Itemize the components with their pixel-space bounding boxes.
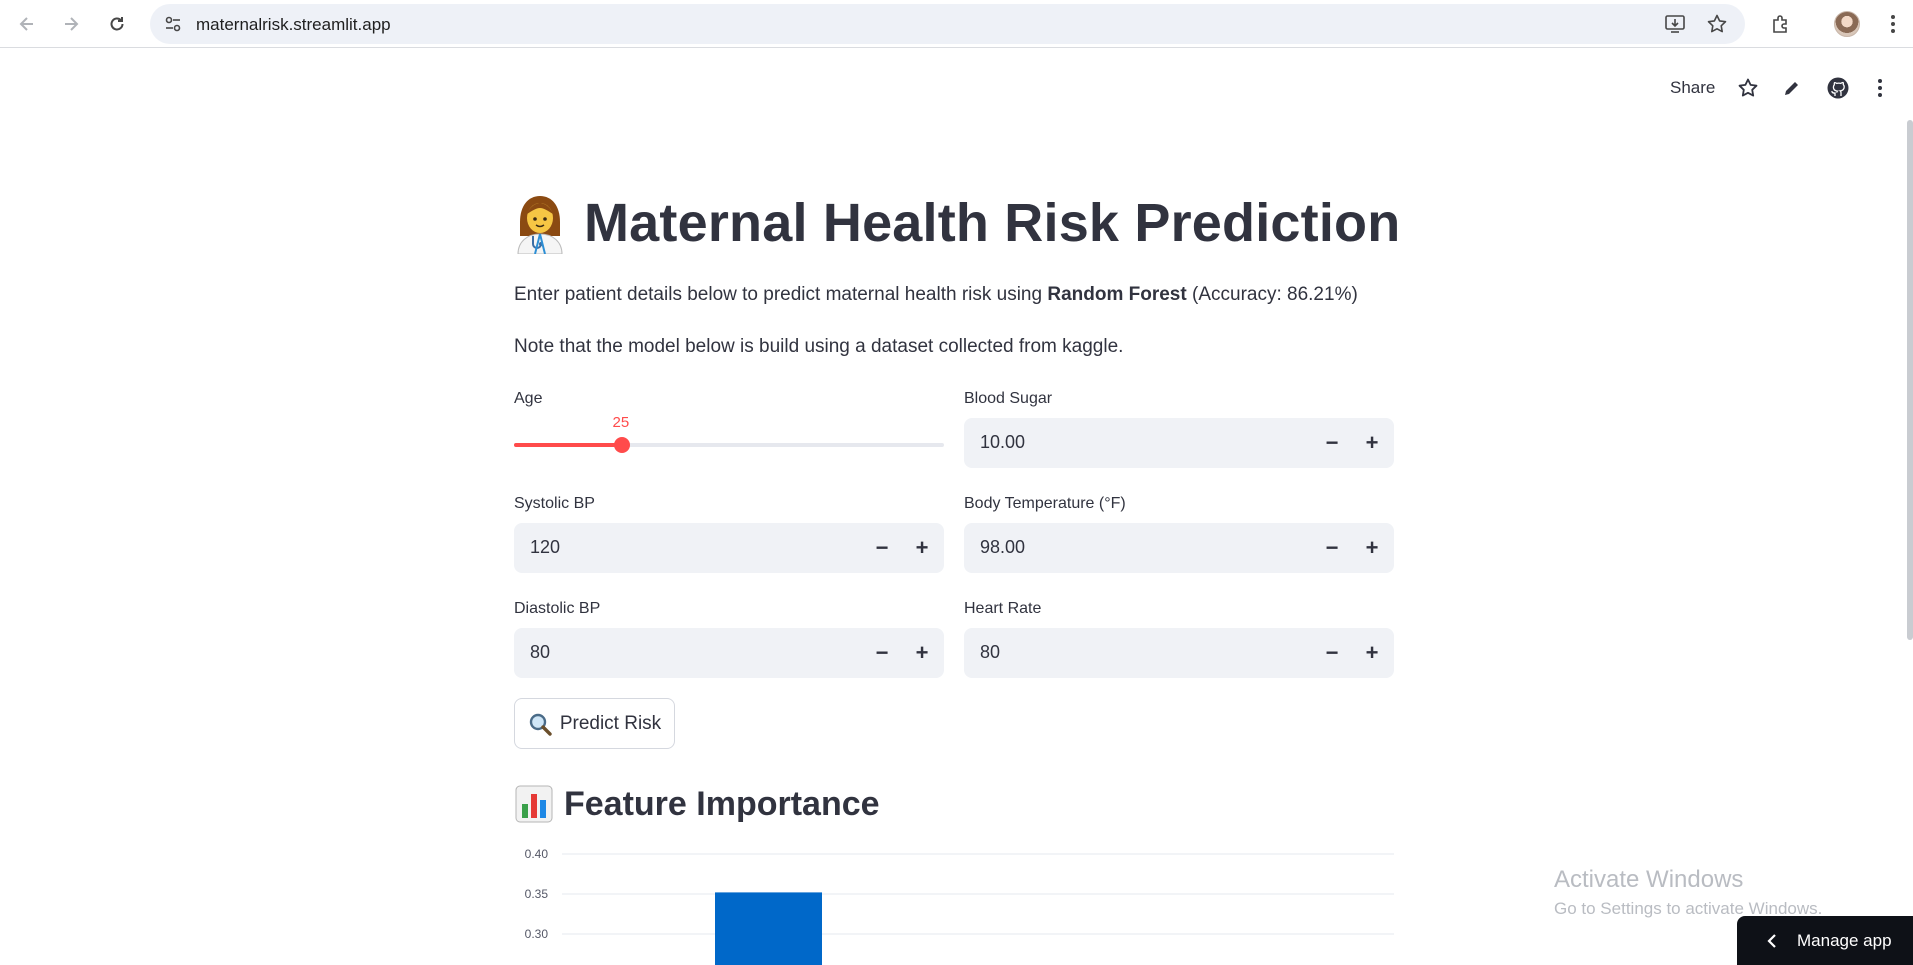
heart-rate-value[interactable]: 80 [980, 642, 1000, 663]
extensions-button[interactable] [1763, 6, 1799, 42]
body-temperature-increment-button[interactable]: + [1352, 523, 1392, 573]
bookmark-star-icon[interactable] [1705, 12, 1729, 36]
age-slider-thumb[interactable] [613, 437, 630, 453]
manage-app-button[interactable]: Manage app [1737, 916, 1913, 965]
blood-sugar-increment-button[interactable]: + [1352, 418, 1392, 468]
body-temperature-decrement-button[interactable]: − [1312, 523, 1352, 573]
body-temperature-input[interactable]: 98.00 − + [964, 523, 1394, 573]
avatar [1834, 11, 1860, 37]
y-tick-label: 0.40 [525, 847, 549, 861]
systolic-bp-input[interactable]: 120 − + [514, 523, 944, 573]
heart-rate-label: Heart Rate [964, 600, 1042, 617]
body-temperature-label: Body Temperature (°F) [964, 495, 1126, 512]
dataset-note: Note that the model below is build using… [514, 336, 1124, 357]
systolic-bp-increment-button[interactable]: + [902, 523, 942, 573]
reload-button[interactable] [99, 6, 135, 42]
age-slider-fill [514, 443, 622, 447]
kebab-menu-icon [1891, 15, 1895, 33]
model-name: Random Forest [1047, 284, 1187, 305]
systolic-bp-decrement-button[interactable]: − [862, 523, 902, 573]
heart-rate-decrement-button[interactable]: − [1312, 628, 1352, 678]
activate-windows-title: Activate Windows [1554, 866, 1744, 893]
diastolic-bp-value[interactable]: 80 [530, 642, 550, 663]
y-tick-label: 0.35 [525, 887, 549, 901]
diastolic-bp-label: Diastolic BP [514, 600, 601, 617]
feature-importance-title: Feature Importance [564, 784, 880, 823]
page-title-text: Maternal Health Risk Prediction [584, 193, 1401, 253]
profile-button[interactable] [1829, 6, 1865, 42]
age-label: Age [514, 390, 543, 407]
feature-importance-heading: Feature Importance [514, 784, 880, 824]
blood-sugar-decrement-button[interactable]: − [1312, 418, 1352, 468]
puzzle-icon [1773, 15, 1787, 33]
back-arrow-icon [19, 17, 33, 31]
diastolic-bp-decrement-button[interactable]: − [862, 628, 902, 678]
systolic-bp-value[interactable]: 120 [530, 537, 560, 558]
body-temperature-value[interactable]: 98.00 [980, 537, 1025, 558]
diastolic-bp-increment-button[interactable]: + [902, 628, 942, 678]
share-button[interactable]: Share [1670, 78, 1715, 98]
heart-rate-input[interactable]: 80 − + [964, 628, 1394, 678]
reload-icon [110, 17, 124, 31]
site-settings-icon[interactable] [164, 15, 182, 38]
y-tick-label: 0.30 [525, 927, 549, 941]
age-slider-value: 25 [612, 414, 630, 431]
app-menu-icon[interactable] [1866, 74, 1894, 102]
address-bar[interactable]: maternalrisk.streamlit.app [150, 4, 1745, 44]
browser-toolbar: maternalrisk.streamlit.app [0, 0, 1913, 48]
chevron-left-icon [1767, 933, 1776, 948]
systolic-bp-label: Systolic BP [514, 495, 595, 512]
forward-button[interactable] [53, 6, 89, 42]
url-text[interactable]: maternalrisk.streamlit.app [196, 15, 391, 35]
predict-risk-button[interactable]: Predict Risk [514, 698, 675, 749]
browser-menu-button[interactable] [1875, 6, 1911, 42]
forward-arrow-icon [65, 17, 79, 31]
blood-sugar-label: Blood Sugar [964, 390, 1053, 407]
chart-bar [715, 892, 822, 965]
manage-app-label: Manage app [1797, 930, 1892, 950]
magnifier-icon [529, 713, 552, 736]
github-icon[interactable] [1824, 74, 1852, 102]
age-slider[interactable] [514, 437, 944, 453]
edit-pencil-icon[interactable] [1778, 74, 1806, 102]
blood-sugar-input[interactable]: 10.00 − + [964, 418, 1394, 468]
health-worker-emoji-icon [514, 192, 566, 255]
page-title: Maternal Health Risk Prediction [514, 192, 1401, 255]
page-scrollbar[interactable] [1907, 120, 1913, 640]
heart-rate-increment-button[interactable]: + [1352, 628, 1392, 678]
bar-chart-emoji-icon [515, 785, 553, 823]
blood-sugar-value[interactable]: 10.00 [980, 432, 1025, 453]
install-app-icon[interactable] [1663, 12, 1687, 36]
favorite-star-icon[interactable] [1734, 74, 1762, 102]
feature-importance-chart: 0.40 0.35 0.30 [525, 847, 1394, 965]
diastolic-bp-input[interactable]: 80 − + [514, 628, 944, 678]
predict-risk-label: Predict Risk [559, 712, 662, 734]
back-button[interactable] [9, 6, 45, 42]
description-text: Enter patient details below to predict m… [514, 284, 1358, 305]
